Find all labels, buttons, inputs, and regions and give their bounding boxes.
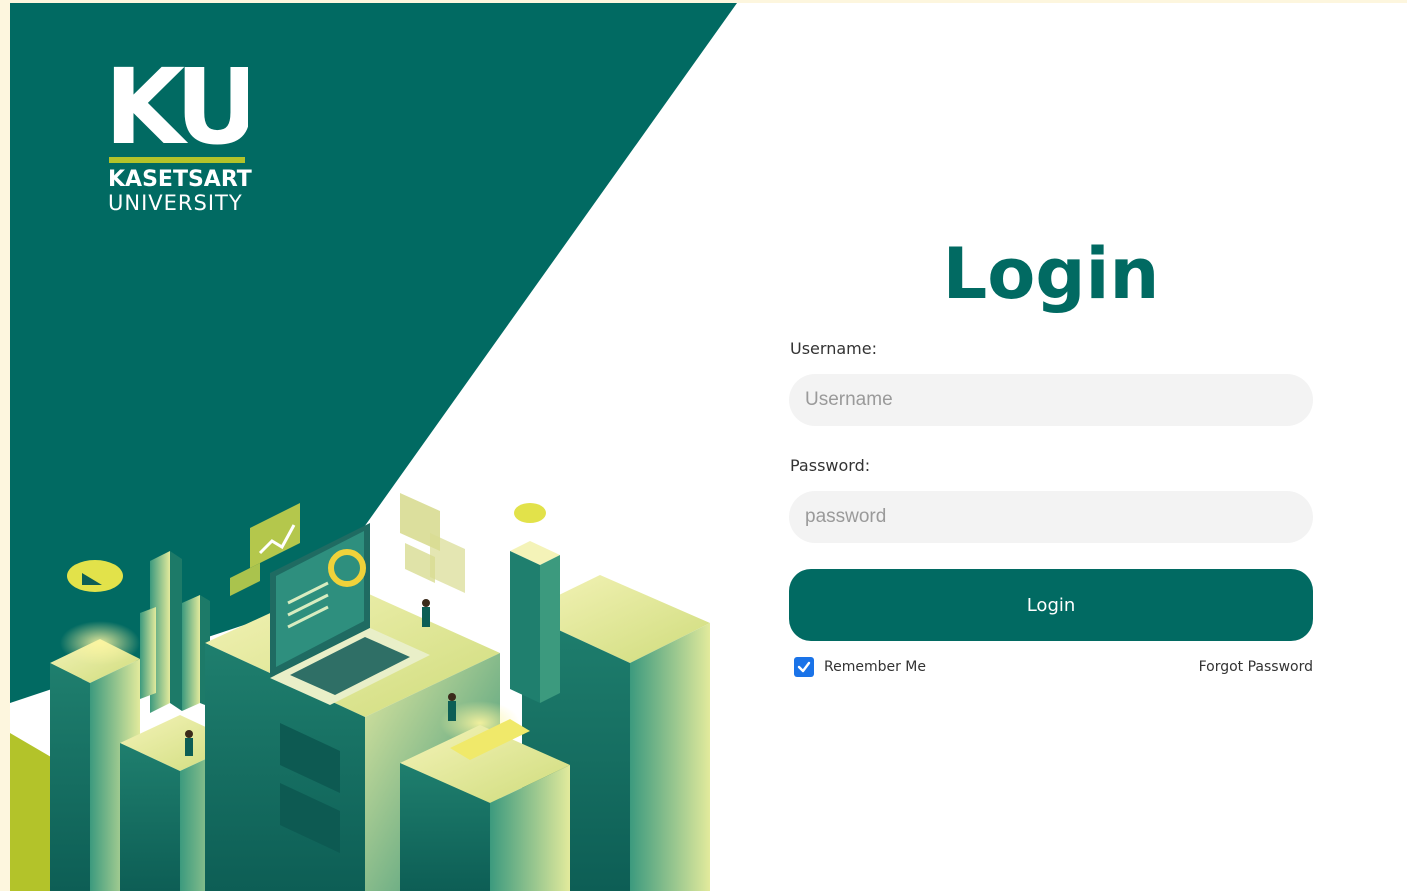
username-label: Username: [790,339,877,358]
login-button[interactable]: Login [789,569,1313,641]
logo-subtitle: UNIVERSITY [108,191,243,215]
ku-logo-mark: KU [108,51,248,163]
password-input[interactable] [789,491,1313,543]
brand-panel: KU KASETSART UNIVERSITY [10,3,750,891]
logo-wordmark: KASETSART UNIVERSITY [108,167,252,215]
ku-logo: KU KASETSART UNIVERSITY [108,51,252,231]
username-input[interactable] [789,374,1313,426]
logo-name: KASETSART [108,167,252,192]
login-page: KU KASETSART UNIVERSITY Login Username: … [10,3,1407,891]
login-form: Login Username: Password: Login Remember… [789,3,1313,891]
check-icon [797,661,811,673]
page-title: Login [942,233,1160,315]
remember-me[interactable]: Remember Me [794,657,926,677]
remember-checkbox[interactable] [794,657,814,677]
logo-bar [109,157,245,163]
remember-label: Remember Me [824,659,926,675]
logo-letters: KU [108,51,248,163]
password-label: Password: [790,456,871,475]
forgot-password-link[interactable]: Forgot Password [1199,659,1313,675]
